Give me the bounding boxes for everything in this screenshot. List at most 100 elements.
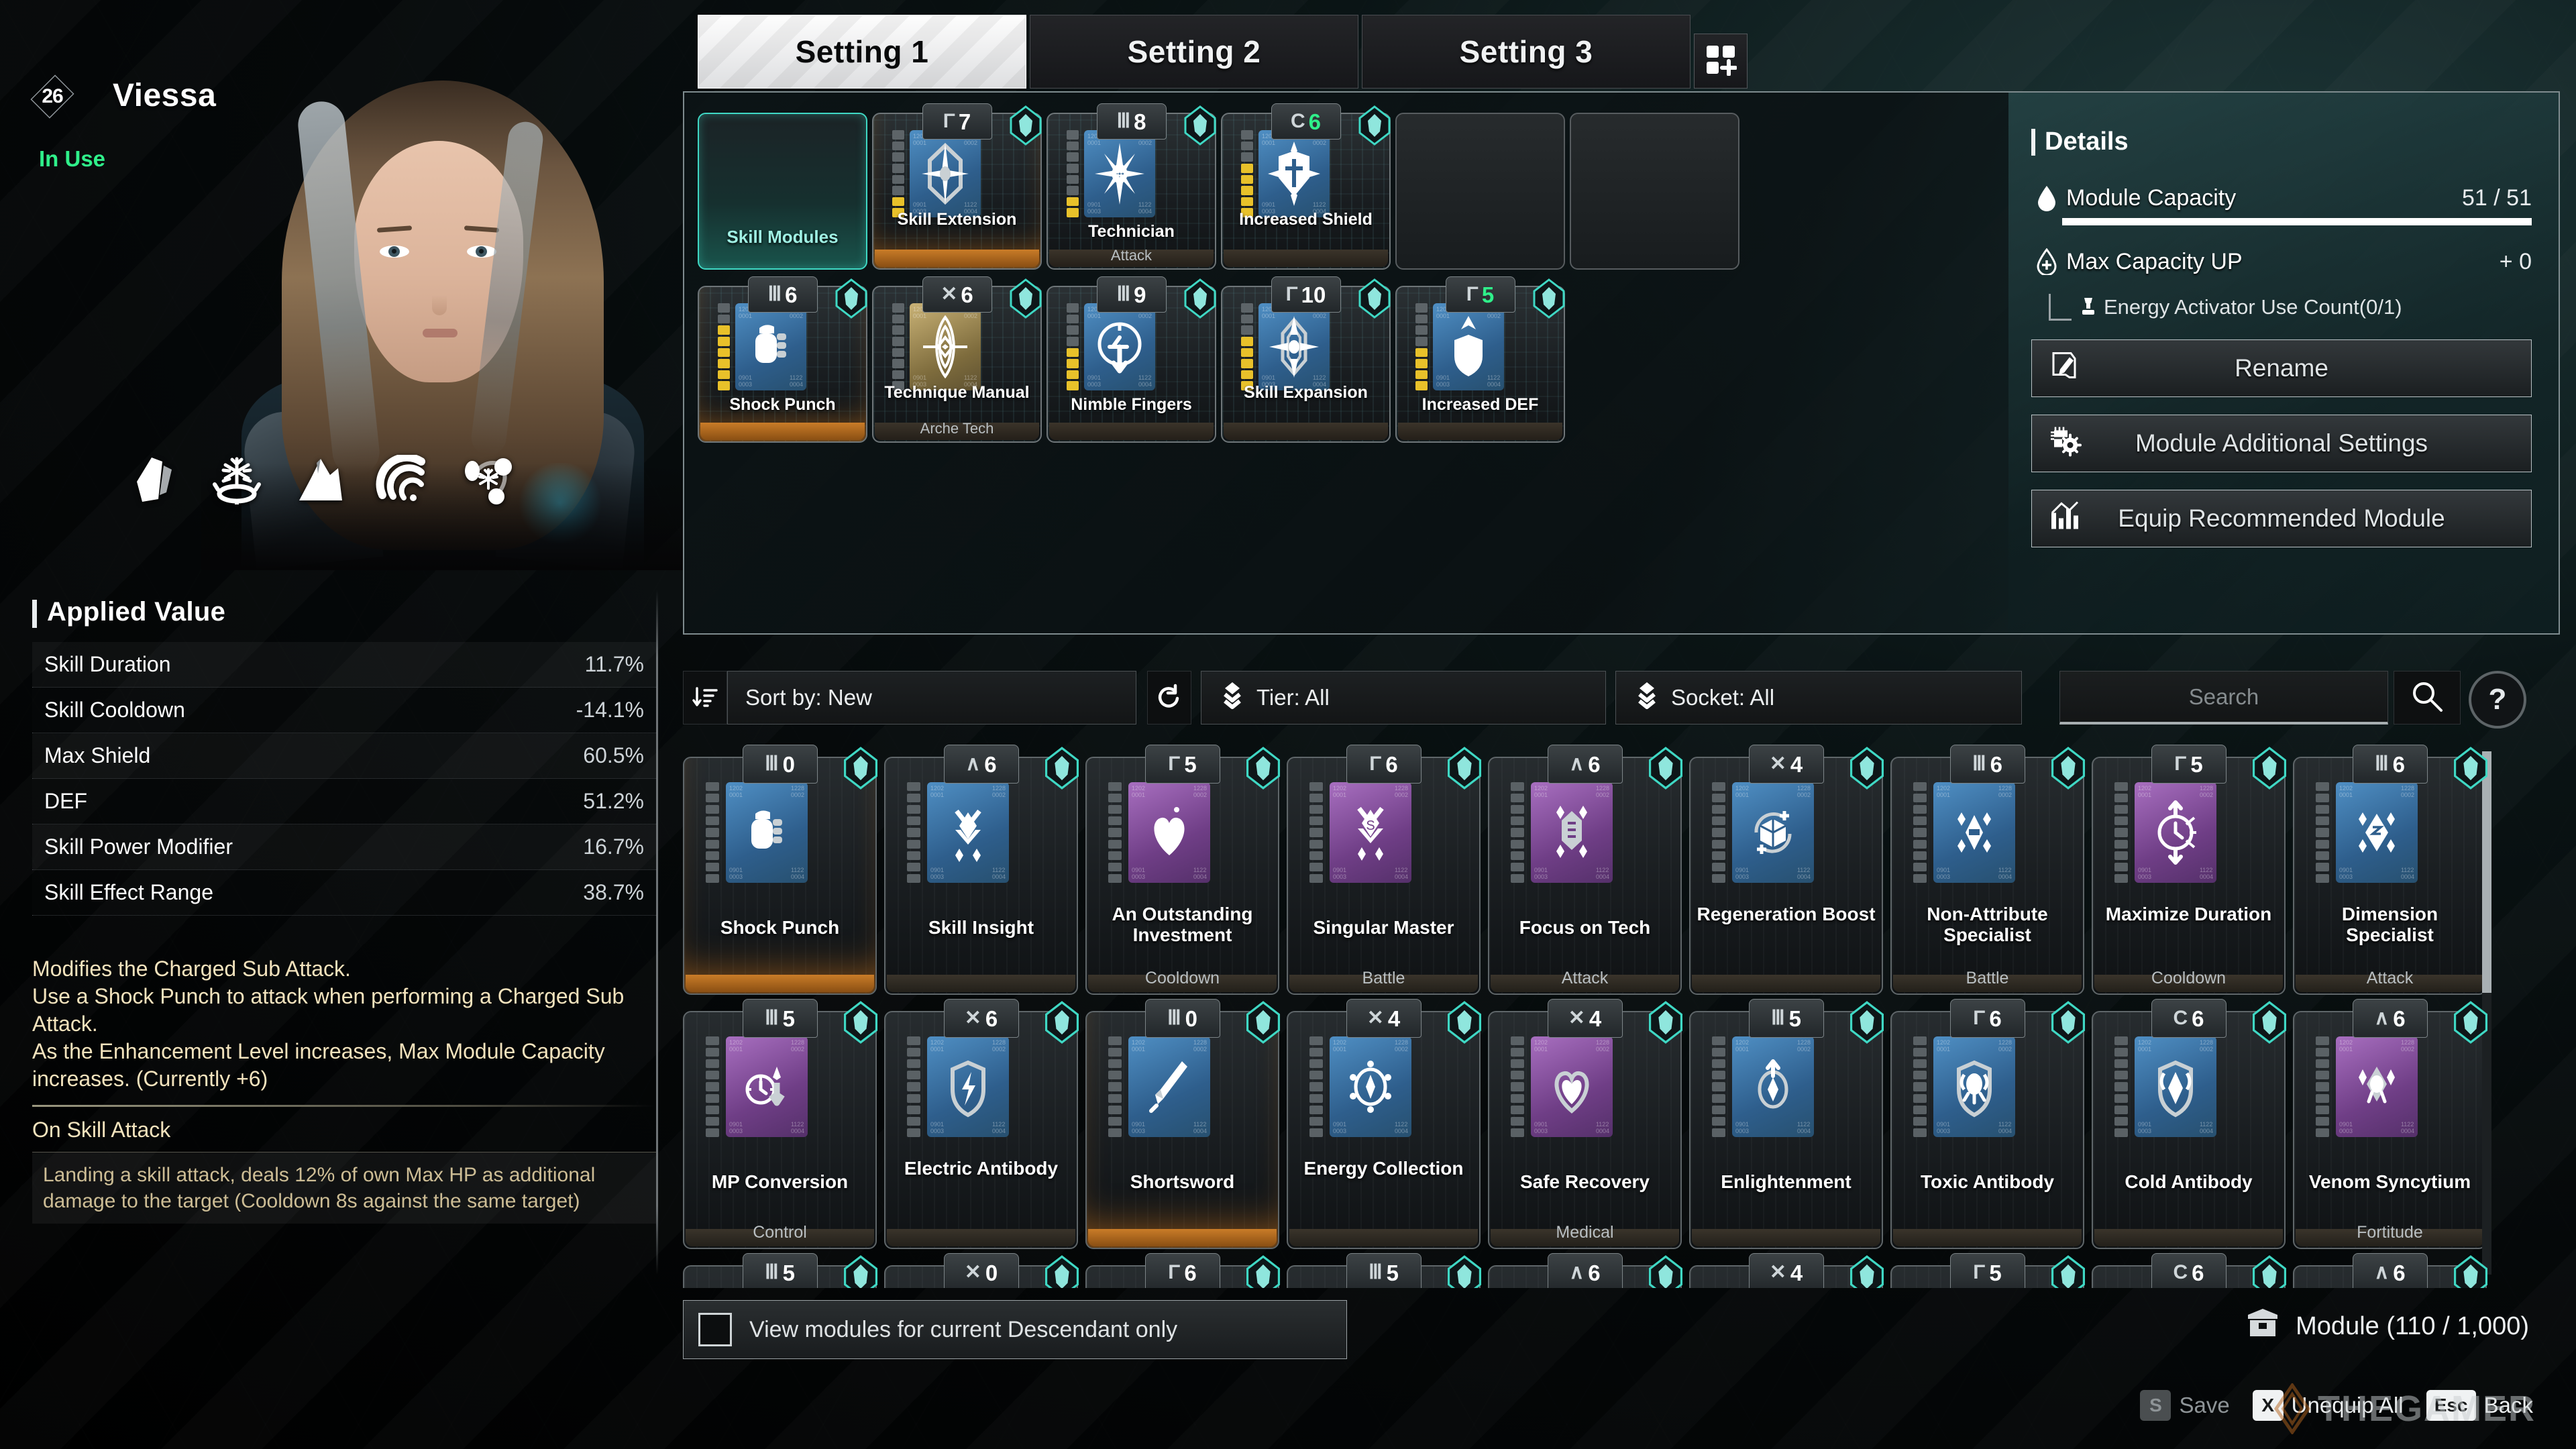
applied-value-row: Skill Effect Range 38.7%: [32, 870, 656, 916]
equipped-module-card[interactable]: 12020001122800020901000311220004✕6 Techni…: [872, 276, 1042, 443]
inventory-module-card[interactable]: 1202 0001 1228 0002 0901 0003 1122 0004 Ⅲ 0 Shock …: [683, 745, 878, 995]
capacity-pins: [1309, 1036, 1323, 1137]
socket-type-icon: [2249, 746, 2290, 794]
module-cost-badge: Γ6: [1144, 1253, 1220, 1288]
socket-type-icon: [2451, 746, 2491, 794]
sort-by-dropdown[interactable]: Sort by: New: [727, 671, 1136, 724]
inventory-module-card-partial[interactable]: Γ5: [1890, 1253, 2086, 1288]
socket-type-icon: [2451, 1254, 2491, 1288]
reset-icon[interactable]: [1147, 671, 1191, 724]
inventory-module-card[interactable]: 1202 0001 1228 0002 0901 0003 1122 0004 ✕ 4 Energy…: [1287, 999, 1482, 1249]
equipped-module-card[interactable]: 12020001122800020901000311220004Γ5 Increa…: [1395, 276, 1565, 443]
details-panel: Details Module Capacity 51 / 51 Max Capa…: [2008, 93, 2559, 633]
inventory-module-card-partial[interactable]: C6: [2092, 1253, 2287, 1288]
tab-setting-3-label: Setting 3: [1459, 34, 1593, 69]
rename-button[interactable]: Rename: [2031, 339, 2532, 397]
inventory-module-card-partial[interactable]: ∧ 6: [2293, 1253, 2488, 1288]
equipped-module-card[interactable]: 12020001122800020901000311220004Γ10 Skill…: [1221, 276, 1391, 443]
equipped-slot-empty[interactable]: [1395, 103, 1565, 270]
energy-activator-row: Energy Activator Use Count (0/1): [2049, 292, 2532, 322]
module-inventory[interactable]: 1202 0001 1228 0002 0901 0003 1122 0004 Ⅲ 0 Shock …: [683, 745, 2514, 1288]
desc-line-2: Use a Shock Punch to attack when perform…: [32, 983, 625, 1036]
equipped-module-card[interactable]: 12020001122800020901000311220004C6 Increa…: [1221, 103, 1391, 270]
module-name: Skill Modules: [727, 227, 839, 247]
capacity-pins: [2114, 1036, 2128, 1137]
inventory-module-card[interactable]: 1202 0001 1228 0002 0901 0003 1122 0004 S Γ 6 Singu…: [1287, 745, 1482, 995]
inventory-module-card[interactable]: 1202 0001 1228 0002 0901 0003 1122 0004 Γ 5 An Out…: [1085, 745, 1281, 995]
socket-filter-dropdown[interactable]: Socket: All: [1615, 671, 2022, 724]
equipped-module-card[interactable]: 12020001122800020901000311220004Γ7 Skill …: [872, 103, 1042, 270]
inventory-module-card[interactable]: 1202 0001 1228 0002 0901 0003 1122 0004 ∧ 6 Focus …: [1488, 745, 1683, 995]
inventory-module-card-partial[interactable]: Γ6: [1085, 1253, 1281, 1288]
module-cost-value: 6: [1588, 751, 1601, 777]
applied-value-table: Skill Duration 11.7% Skill Cooldown -14.1% M…: [32, 642, 656, 916]
add-preset-button[interactable]: [1694, 34, 1748, 89]
inventory-module-card[interactable]: 1202 0001 1228 0002 0901 0003 1122 0004 ∧ 6 Skill …: [884, 745, 1079, 995]
module-name: Increased DEF: [1421, 395, 1539, 414]
inventory-module-card[interactable]: 1202 0001 1228 0002 0901 0003 1122 0004 Ⅲ 0 Shorts…: [1085, 999, 1281, 1249]
tab-setting-3[interactable]: Setting 3: [1362, 15, 1690, 89]
socket-type-icon: [833, 278, 870, 323]
equipped-module-card[interactable]: 12020001122800020901000311220004Ⅲ8 Techni…: [1046, 103, 1216, 270]
module-additional-settings-button[interactable]: Module Additional Settings: [2031, 415, 2532, 472]
inventory-module-card[interactable]: 1202 0001 1228 0002 0901 0003 1122 0004 Γ 5 Maximi…: [2092, 745, 2287, 995]
equipped-module-card[interactable]: 12020001122800020901000311220004Ⅲ9 Nimble…: [1046, 276, 1216, 443]
equipped-module-card[interactable]: 12020001122800020901000311220004Ⅲ6 Shock …: [698, 276, 867, 443]
inventory-module-card[interactable]: 1202 0001 1228 0002 0901 0003 1122 0004 Γ 6 Toxic …: [1890, 999, 2086, 1249]
equipped-slot-empty[interactable]: [1570, 103, 1739, 270]
effect-body: Landing a skill attack, deals 12% of own…: [32, 1151, 656, 1224]
socket-type-icon: [841, 1000, 881, 1048]
module-socket-symbol: Ⅲ: [1770, 1007, 1785, 1029]
module-socket-symbol: C: [2173, 1007, 2188, 1029]
inventory-module-card[interactable]: 1202 0001 1228 0002 0901 0003 1122 0004 Ⅲ 6 Dimens…: [2293, 745, 2488, 995]
inventory-module-card[interactable]: 1202 0001 1228 0002 0901 0003 1122 0004 C 6 Cold A…: [2092, 999, 2287, 1249]
socket-type-icon: [1007, 278, 1044, 323]
inventory-module-card-partial[interactable]: ✕ 4: [1689, 1253, 1884, 1288]
applied-value-label: DEF: [44, 789, 87, 813]
capacity-pins: [907, 782, 920, 883]
module-socket-symbol: Ⅲ: [764, 1261, 779, 1283]
module-socket-symbol: Γ: [2174, 753, 2187, 775]
inventory-module-card[interactable]: 1202 0001 1228 0002 0901 0003 1122 0004 Ⅲ 6 Non-At…: [1890, 745, 2086, 995]
inventory-module-card-partial[interactable]: Ⅲ5: [1287, 1253, 1482, 1288]
module-cost-badge: Ⅲ6: [1949, 745, 2025, 784]
search-button[interactable]: [2394, 671, 2461, 724]
search-input[interactable]: Search: [2059, 671, 2388, 724]
inventory-module-card[interactable]: 1202 0001 1228 0002 0901 0003 1122 0004 Ⅲ 5 Enligh…: [1689, 999, 1884, 1249]
module-cost-badge: ∧ 6: [1547, 745, 1623, 784]
tab-setting-2[interactable]: Setting 2: [1030, 15, 1358, 89]
view-current-descendant-checkbox[interactable]: View modules for current Descendant only: [683, 1300, 1347, 1359]
equip-recommended-module-button[interactable]: Equip Recommended Module: [2031, 490, 2532, 547]
module-cost-badge: Ⅲ0: [1144, 999, 1220, 1038]
module-name: Technician: [1088, 222, 1175, 241]
inventory-module-card[interactable]: 1202 0001 1228 0002 0901 0003 1122 0004 ✕ 4 Regene…: [1689, 745, 1884, 995]
inventory-module-card[interactable]: 1202 0001 1228 0002 0901 0003 1122 0004 ✕ 4 Safe R…: [1488, 999, 1683, 1249]
module-name: Cold Antibody: [2125, 1171, 2253, 1192]
module-name: Technique Manual: [884, 383, 1030, 402]
key-unequip-label: Unequip All: [2291, 1393, 2404, 1417]
module-cost-value: 6: [984, 751, 997, 777]
module-socket-symbol: Γ: [1973, 1261, 1986, 1283]
tier-filter-dropdown[interactable]: Tier: All: [1201, 671, 1606, 724]
inventory-module-card[interactable]: 1202 0001 1228 0002 0901 0003 1122 0004 ∧ 6 Venom …: [2293, 999, 2488, 1249]
module-cost-badge: ✕ 4: [1748, 745, 1824, 784]
module-socket-symbol: Ⅲ: [764, 753, 779, 775]
module-socket-symbol: Ⅲ: [2374, 753, 2389, 775]
module-cost-badge: Γ5: [2151, 745, 2226, 784]
module-socket-symbol: Ⅲ: [767, 283, 782, 305]
inventory-module-card[interactable]: 1202 0001 1228 0002 0901 0003 1122 0004 Ⅲ 5 MP Con…: [683, 999, 878, 1249]
inventory-module-card[interactable]: 1202 0001 1228 0002 0901 0003 1122 0004 ✕ 6 Electr…: [884, 999, 1079, 1249]
inventory-module-card-partial[interactable]: ✕ 0: [884, 1253, 1079, 1288]
inventory-module-card-partial[interactable]: ∧ 6: [1488, 1253, 1683, 1288]
module-cost-badge: ∧ 6: [943, 745, 1019, 784]
electric-antibody-icon: 1202 0001 1228 0002 0901 0003 1122 0004: [927, 1036, 1009, 1137]
module-socket-symbol: Γ: [1973, 1007, 1986, 1029]
capacity-pins: [892, 303, 904, 390]
socket-type-icon: [1646, 746, 1686, 794]
descendant-panel: 26 Viessa In Use Applied Value Skill Dur…: [0, 0, 684, 1449]
tab-setting-1[interactable]: Setting 1: [698, 15, 1026, 89]
inventory-module-card-partial[interactable]: Ⅲ5: [683, 1253, 878, 1288]
equipped-slot-skill-modules[interactable]: Skill Modules: [698, 103, 867, 270]
sort-descending-icon[interactable]: [683, 671, 727, 724]
help-button[interactable]: ?: [2469, 671, 2526, 729]
